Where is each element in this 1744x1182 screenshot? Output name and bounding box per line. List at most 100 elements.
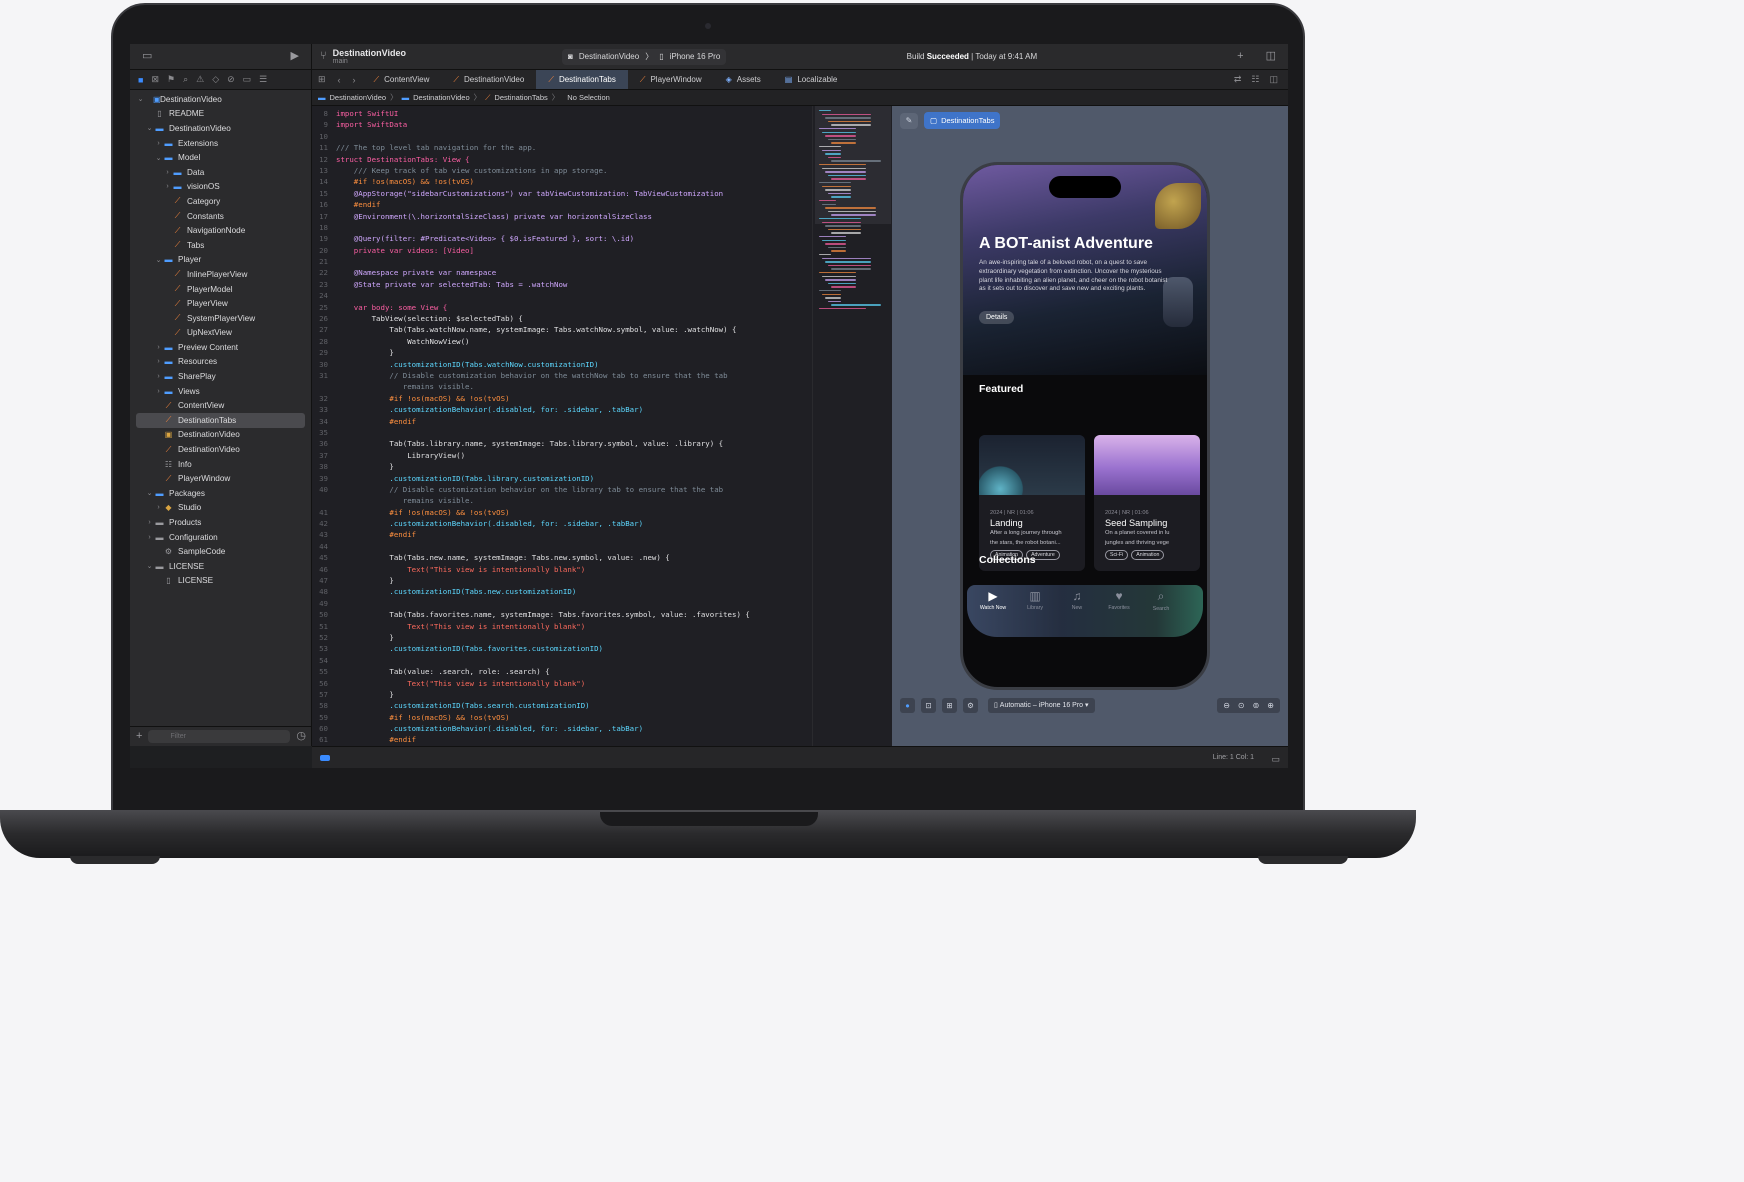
navigator-item[interactable]: ⌄ ▬ Packages (130, 486, 311, 501)
file-tab[interactable]: ▤ Localizable (773, 70, 850, 89)
file-tab[interactable]: ⟋ DestinationVideo (441, 70, 536, 89)
navigator-item[interactable]: ▯ README (130, 107, 311, 122)
split-editor-icon[interactable]: ◫ (1269, 74, 1278, 85)
zoom-in-icon[interactable]: ⊕ (1264, 701, 1277, 710)
navigator-item[interactable]: ⟋ DestinationTabs (136, 413, 305, 428)
navigator-item[interactable]: › ▬ Extensions (130, 136, 311, 151)
navigator-item[interactable]: › ◆ Studio (130, 501, 311, 516)
jump-bar-item[interactable]: DestinationVideo (330, 93, 387, 102)
editor-options-icon[interactable]: ☷ (1251, 74, 1259, 85)
recent-icon[interactable]: ◷ (296, 731, 306, 742)
navigator-item[interactable]: › ▬ Products (130, 515, 311, 530)
chevron-right-icon[interactable]: › (163, 169, 172, 176)
selectable-mode-icon[interactable]: ⊡ (921, 697, 936, 713)
navigator-item[interactable]: ⌄ ▣ DestinationVideo (130, 92, 311, 107)
filter-input[interactable]: Filter (148, 730, 291, 743)
project-title[interactable]: ⑂ DestinationVideo main (312, 48, 562, 65)
navigator-item[interactable]: ⌄ ▬ Player (130, 253, 311, 268)
refresh-icon[interactable]: ⇄ (1234, 74, 1242, 85)
chevron-right-icon[interactable]: › (154, 344, 163, 351)
navigator-item[interactable]: › ▬ Preview Content (130, 340, 311, 355)
navigator-item[interactable]: › ▬ Configuration (130, 530, 311, 545)
tab-search[interactable]: ⌕ Search (1141, 589, 1181, 612)
navigator-item[interactable]: ⟋ ContentView (130, 398, 311, 413)
chevron-down-icon[interactable]: ⌄ (145, 562, 154, 570)
navigator-item[interactable]: ⟋ Category (130, 194, 311, 209)
chevron-right-icon[interactable]: › (154, 373, 163, 380)
chevron-right-icon[interactable]: › (163, 183, 172, 190)
bookmark-icon[interactable]: ⚑ (167, 74, 175, 85)
zoom-actual-icon[interactable]: ⊚ (1250, 701, 1263, 710)
minimap[interactable] (812, 106, 892, 746)
forward-icon[interactable]: › (347, 75, 362, 85)
navigator-item[interactable]: › ▬ Resources (130, 355, 311, 370)
inspector-toggle-icon[interactable]: ◫ (1266, 51, 1276, 62)
video-card[interactable]: 2024 | NR | 01:06 Landing After a long j… (979, 435, 1085, 571)
chevron-down-icon[interactable]: ⌄ (136, 95, 145, 103)
tab-watch-now[interactable]: ▶ Watch Now (973, 589, 1013, 611)
sidebar-toggle-icon[interactable]: ▭ (142, 51, 152, 62)
navigator-item[interactable]: ▣ DestinationVideo (130, 428, 311, 443)
navigator-item[interactable]: ⟋ SystemPlayerView (130, 311, 311, 326)
chevron-right-icon[interactable]: › (154, 504, 163, 511)
chevron-right-icon[interactable]: › (154, 388, 163, 395)
jump-bar-item[interactable]: DestinationVideo (413, 93, 470, 102)
debug-area-toggle-icon[interactable]: ▭ (1271, 754, 1280, 765)
tag[interactable]: Animation (1131, 550, 1165, 561)
navigator-item[interactable]: › ▬ visionOS (130, 180, 311, 195)
live-mode-icon[interactable]: ● (900, 697, 915, 713)
navigator-item[interactable]: ⟋ NavigationNode (130, 223, 311, 238)
folder-nav-icon[interactable]: ■ (138, 75, 143, 85)
zoom-out-icon[interactable]: ⊖ (1220, 701, 1233, 710)
navigator-item[interactable]: ⟋ Tabs (130, 238, 311, 253)
back-icon[interactable]: ‹ (332, 75, 347, 85)
file-tab[interactable]: ⟋ ContentView (362, 70, 442, 89)
navigator-item[interactable]: ⟋ InlinePlayerView (130, 267, 311, 282)
jump-bar-item[interactable]: DestinationTabs (494, 93, 547, 102)
device-settings-icon[interactable]: ⚙ (963, 697, 978, 713)
jump-bar-item[interactable]: No Selection (567, 93, 610, 102)
tab-library[interactable]: ▥ Library (1015, 589, 1055, 611)
navigator-item[interactable]: › ▬ Data (130, 165, 311, 180)
file-tab[interactable]: ◈ Assets (714, 70, 773, 89)
chevron-right-icon[interactable]: › (154, 140, 163, 147)
file-tab[interactable]: ⟋ DestinationTabs (536, 70, 628, 89)
variants-icon[interactable]: ⊞ (942, 697, 957, 713)
test-icon[interactable]: ◇ (212, 74, 219, 85)
run-button-icon[interactable]: ▶ (291, 51, 299, 62)
navigator-item[interactable]: ⟋ PlayerWindow (130, 471, 311, 486)
tab-favorites[interactable]: ♥ Favorites (1099, 589, 1139, 611)
navigator-item[interactable]: ⟋ DestinationVideo (130, 442, 311, 457)
chevron-down-icon[interactable]: ⌄ (145, 124, 154, 132)
navigator-item[interactable]: ⌄ ▬ DestinationVideo (130, 121, 311, 136)
pin-icon[interactable]: ✎ (900, 112, 918, 129)
source-control-icon[interactable]: ⊠ (151, 74, 159, 85)
chevron-right-icon[interactable]: › (145, 534, 154, 541)
add-file-icon[interactable]: + (136, 731, 142, 742)
chevron-right-icon[interactable]: › (145, 519, 154, 526)
issue-icon[interactable]: ⚠ (196, 74, 204, 85)
chevron-down-icon[interactable]: ⌄ (154, 256, 163, 264)
navigator-item[interactable]: ⟋ Constants (130, 209, 311, 224)
chevron-down-icon[interactable]: ⌄ (145, 489, 154, 497)
navigator-item[interactable]: ⟋ PlayerModel (130, 282, 311, 297)
debug-icon[interactable]: ⊘ (227, 74, 235, 85)
navigator-item[interactable]: ☷ Info (130, 457, 311, 472)
tab-new[interactable]: ♫ New (1057, 589, 1097, 611)
code-editor[interactable]: 8 import SwiftUI 9 import SwiftData 10 11 /// … (312, 106, 812, 746)
preview-chip[interactable]: ▢ DestinationTabs (924, 112, 1001, 129)
device-selector[interactable]: ▯ Automatic – iPhone 16 Pro ▾ (988, 697, 1095, 713)
navigator-item[interactable]: ▯ LICENSE (130, 574, 311, 589)
details-button[interactable]: Details (979, 311, 1015, 324)
breakpoint-icon[interactable]: ▭ (243, 74, 252, 85)
find-icon[interactable]: ⌕ (183, 74, 188, 85)
add-icon[interactable]: + (1237, 51, 1243, 62)
video-card[interactable]: 2024 | NR | 01:06 Seed Sampling On a pla… (1094, 435, 1200, 571)
zoom-fit-icon[interactable]: ⊙ (1235, 701, 1248, 710)
report-icon[interactable]: ☰ (259, 74, 267, 85)
navigator-item[interactable]: ⟋ PlayerView (130, 296, 311, 311)
file-tab[interactable]: ⟋ PlayerWindow (628, 70, 714, 89)
navigator-item[interactable]: ⟋ UpNextView (130, 326, 311, 341)
navigator-item[interactable]: ⌄ ▬ LICENSE (130, 559, 311, 574)
chevron-right-icon[interactable]: › (154, 358, 163, 365)
